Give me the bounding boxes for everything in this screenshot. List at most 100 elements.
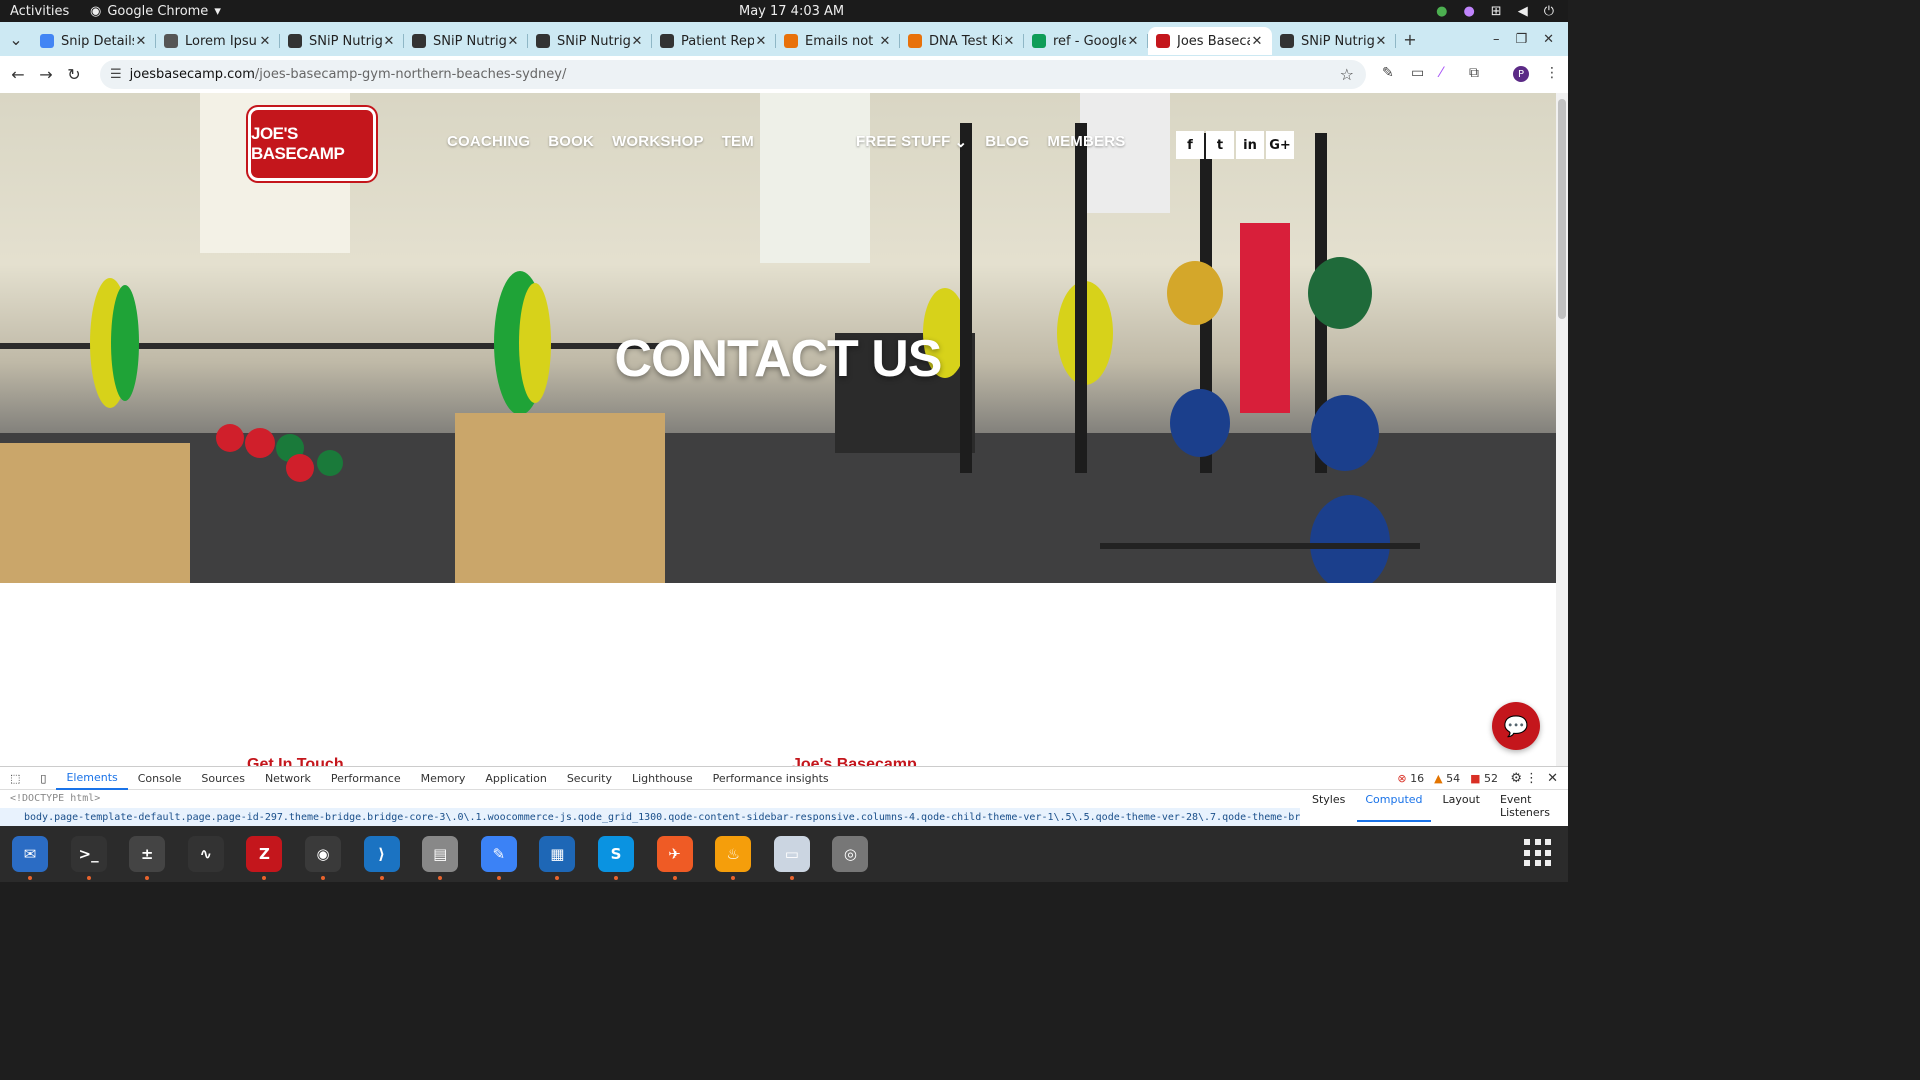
scrollbar-thumb[interactable] (1558, 99, 1566, 319)
writer-icon[interactable]: ▦ (539, 836, 576, 872)
nav-item[interactable]: COACHING (447, 133, 530, 151)
chrome-icon[interactable]: ◉ (305, 836, 341, 872)
devtools-side-tab[interactable]: Styles (1304, 790, 1353, 822)
inspect-element-icon[interactable]: ⬚ (0, 767, 30, 790)
bookmark-star-icon[interactable]: ☆ (1340, 65, 1354, 84)
devtools-tab[interactable]: Security (557, 767, 622, 790)
devtools-side-tab[interactable]: Computed (1357, 790, 1431, 822)
browser-tab[interactable]: SNiP Nutrige✕ (280, 27, 404, 55)
lamp-icon[interactable]: ♨ (715, 836, 752, 872)
restore-button[interactable]: ❐ (1515, 32, 1527, 47)
eyedropper-extension-icon[interactable]: ✎ (1382, 65, 1394, 81)
vscode-icon[interactable]: ⟩ (363, 836, 400, 872)
nav-item[interactable]: BLOG (985, 133, 1029, 151)
terminal-icon[interactable]: >_ (70, 836, 107, 872)
system-tray[interactable]: ● ● ⊞ ◀ ⏻ (1436, 4, 1554, 19)
settings-gear-icon[interactable]: ⚙ (1510, 771, 1522, 786)
browser-tab[interactable]: Patient Rep ✕ (652, 27, 776, 55)
nav-item[interactable]: TEM (722, 133, 754, 151)
nav-item[interactable]: MEMBERS (1047, 133, 1125, 151)
twitter-icon[interactable]: t (1206, 131, 1234, 159)
extension-icon[interactable]: ▭ (1411, 65, 1424, 81)
devtools-tab[interactable]: Performance (321, 767, 411, 790)
browser-tab[interactable]: ref - Google ✕ (1024, 27, 1148, 55)
warnings-count[interactable]: ▲ 54 (1434, 772, 1460, 785)
tab-close-icon[interactable]: ✕ (258, 34, 272, 49)
site-logo[interactable]: JOE'S BASECAMP (248, 107, 376, 181)
filezilla-icon[interactable]: Z (246, 836, 283, 872)
site-info-icon[interactable]: ☰ (110, 67, 122, 82)
nav-item[interactable]: BOOK (548, 133, 594, 151)
errors-count[interactable]: ⊗ 16 (1397, 772, 1424, 785)
reload-button[interactable]: ↻ (60, 65, 88, 84)
nav-item[interactable] (772, 133, 838, 151)
devtools-tab[interactable]: Sources (191, 767, 255, 790)
reader-icon[interactable]: ▭ (773, 836, 810, 872)
forward-button[interactable]: → (32, 65, 60, 84)
browser-tab[interactable]: SNiP Nutrige✕ (528, 27, 652, 55)
devtools-menu-icon[interactable]: ⋮ (1525, 771, 1538, 786)
profile-avatar[interactable]: P (1513, 66, 1529, 82)
address-bar[interactable]: ☰ joesbasecamp.com/joes-basecamp-gym-nor… (100, 60, 1366, 89)
linkedin-icon[interactable]: in (1236, 131, 1264, 159)
browser-tab[interactable]: Snip Details ✕ (32, 27, 156, 55)
tab-close-icon[interactable]: ✕ (1002, 34, 1016, 49)
tab-close-icon[interactable]: ✕ (878, 34, 892, 49)
dom-breadcrumb[interactable]: body.page-template-default.page.page-id-… (0, 808, 1300, 826)
thunderbird-icon[interactable]: ✉ (12, 836, 48, 872)
tab-close-icon[interactable]: ✕ (382, 34, 396, 49)
tab-close-icon[interactable]: ✕ (1374, 34, 1388, 49)
close-window-button[interactable]: ✕ (1543, 32, 1554, 47)
browser-tab[interactable]: Joes Baseca ✕ (1148, 27, 1272, 55)
tab-search-button[interactable]: ⌄ (0, 30, 32, 49)
volume-icon[interactable]: ◀ (1518, 4, 1528, 19)
show-apps-grid-icon[interactable] (1524, 839, 1552, 867)
puzzle-extensions-icon[interactable]: ⧉ (1469, 65, 1479, 81)
nav-item[interactable]: WORKSHOP (612, 133, 704, 151)
skype-icon[interactable]: S (598, 836, 634, 872)
color-icon[interactable]: ● (1463, 4, 1474, 19)
system-monitor-icon[interactable]: ∿ (187, 836, 224, 872)
devtools-side-tab[interactable]: Event Listeners (1492, 790, 1568, 822)
device-toolbar-icon[interactable]: ▯ (30, 767, 56, 790)
nav-item[interactable]: FREE STUFF (856, 133, 951, 151)
chrome-menu-icon[interactable]: ⋮ (1545, 65, 1559, 81)
tab-close-icon[interactable]: ✕ (754, 34, 768, 49)
pen-extension-icon[interactable]: ⁄ (1440, 65, 1442, 81)
google-plus-icon[interactable]: G+ (1266, 131, 1294, 159)
tab-close-icon[interactable]: ✕ (1250, 34, 1264, 49)
devtools-tab[interactable]: Application (475, 767, 556, 790)
facebook-icon[interactable]: f (1176, 131, 1204, 159)
page-scrollbar[interactable] (1556, 93, 1568, 766)
browser-tab[interactable]: SNiP Nutrige✕ (1272, 27, 1396, 55)
issues-count[interactable]: ■ 52 (1470, 772, 1498, 785)
devtools-tab[interactable]: Network (255, 767, 321, 790)
doctype-node[interactable]: <!DOCTYPE html> (10, 793, 100, 804)
browser-tab[interactable]: DNA Test Ki ✕ (900, 27, 1024, 55)
app-menu[interactable]: ◉ Google Chrome ▾ (90, 4, 221, 19)
network-icon[interactable]: ⊞ (1491, 4, 1502, 19)
tab-close-icon[interactable]: ✕ (1126, 34, 1140, 49)
devtools-tab[interactable]: Memory (411, 767, 476, 790)
browser-tab[interactable]: Lorem Ipsum✕ (156, 27, 280, 55)
devtools-tab[interactable]: Lighthouse (622, 767, 703, 790)
activities-button[interactable]: Activities (10, 4, 69, 19)
power-icon[interactable]: ⏻ (1544, 4, 1554, 19)
devtools-tab[interactable]: Elements (56, 767, 128, 790)
calculator-icon[interactable]: ± (129, 836, 166, 872)
browser-tab[interactable]: SNiP Nutrige✕ (404, 27, 528, 55)
devtools-tab[interactable]: Performance insights (703, 767, 839, 790)
close-devtools-icon[interactable]: ✕ (1547, 771, 1558, 786)
new-tab-button[interactable]: + (1396, 30, 1424, 49)
chat-button[interactable]: 💬 (1492, 702, 1540, 750)
clock[interactable]: May 17 4:03 AM (739, 4, 844, 19)
shield-icon[interactable]: ● (1436, 4, 1447, 19)
devtools-side-tab[interactable]: Layout (1435, 790, 1488, 822)
devtools-tab[interactable]: Console (128, 767, 192, 790)
tab-close-icon[interactable]: ✕ (134, 34, 148, 49)
browser-tab[interactable]: Emails not s ✕ (776, 27, 900, 55)
back-button[interactable]: ← (4, 65, 32, 84)
minimize-button[interactable]: – (1493, 32, 1500, 47)
text-editor-icon[interactable]: ✎ (480, 836, 517, 872)
tab-close-icon[interactable]: ✕ (630, 34, 644, 49)
